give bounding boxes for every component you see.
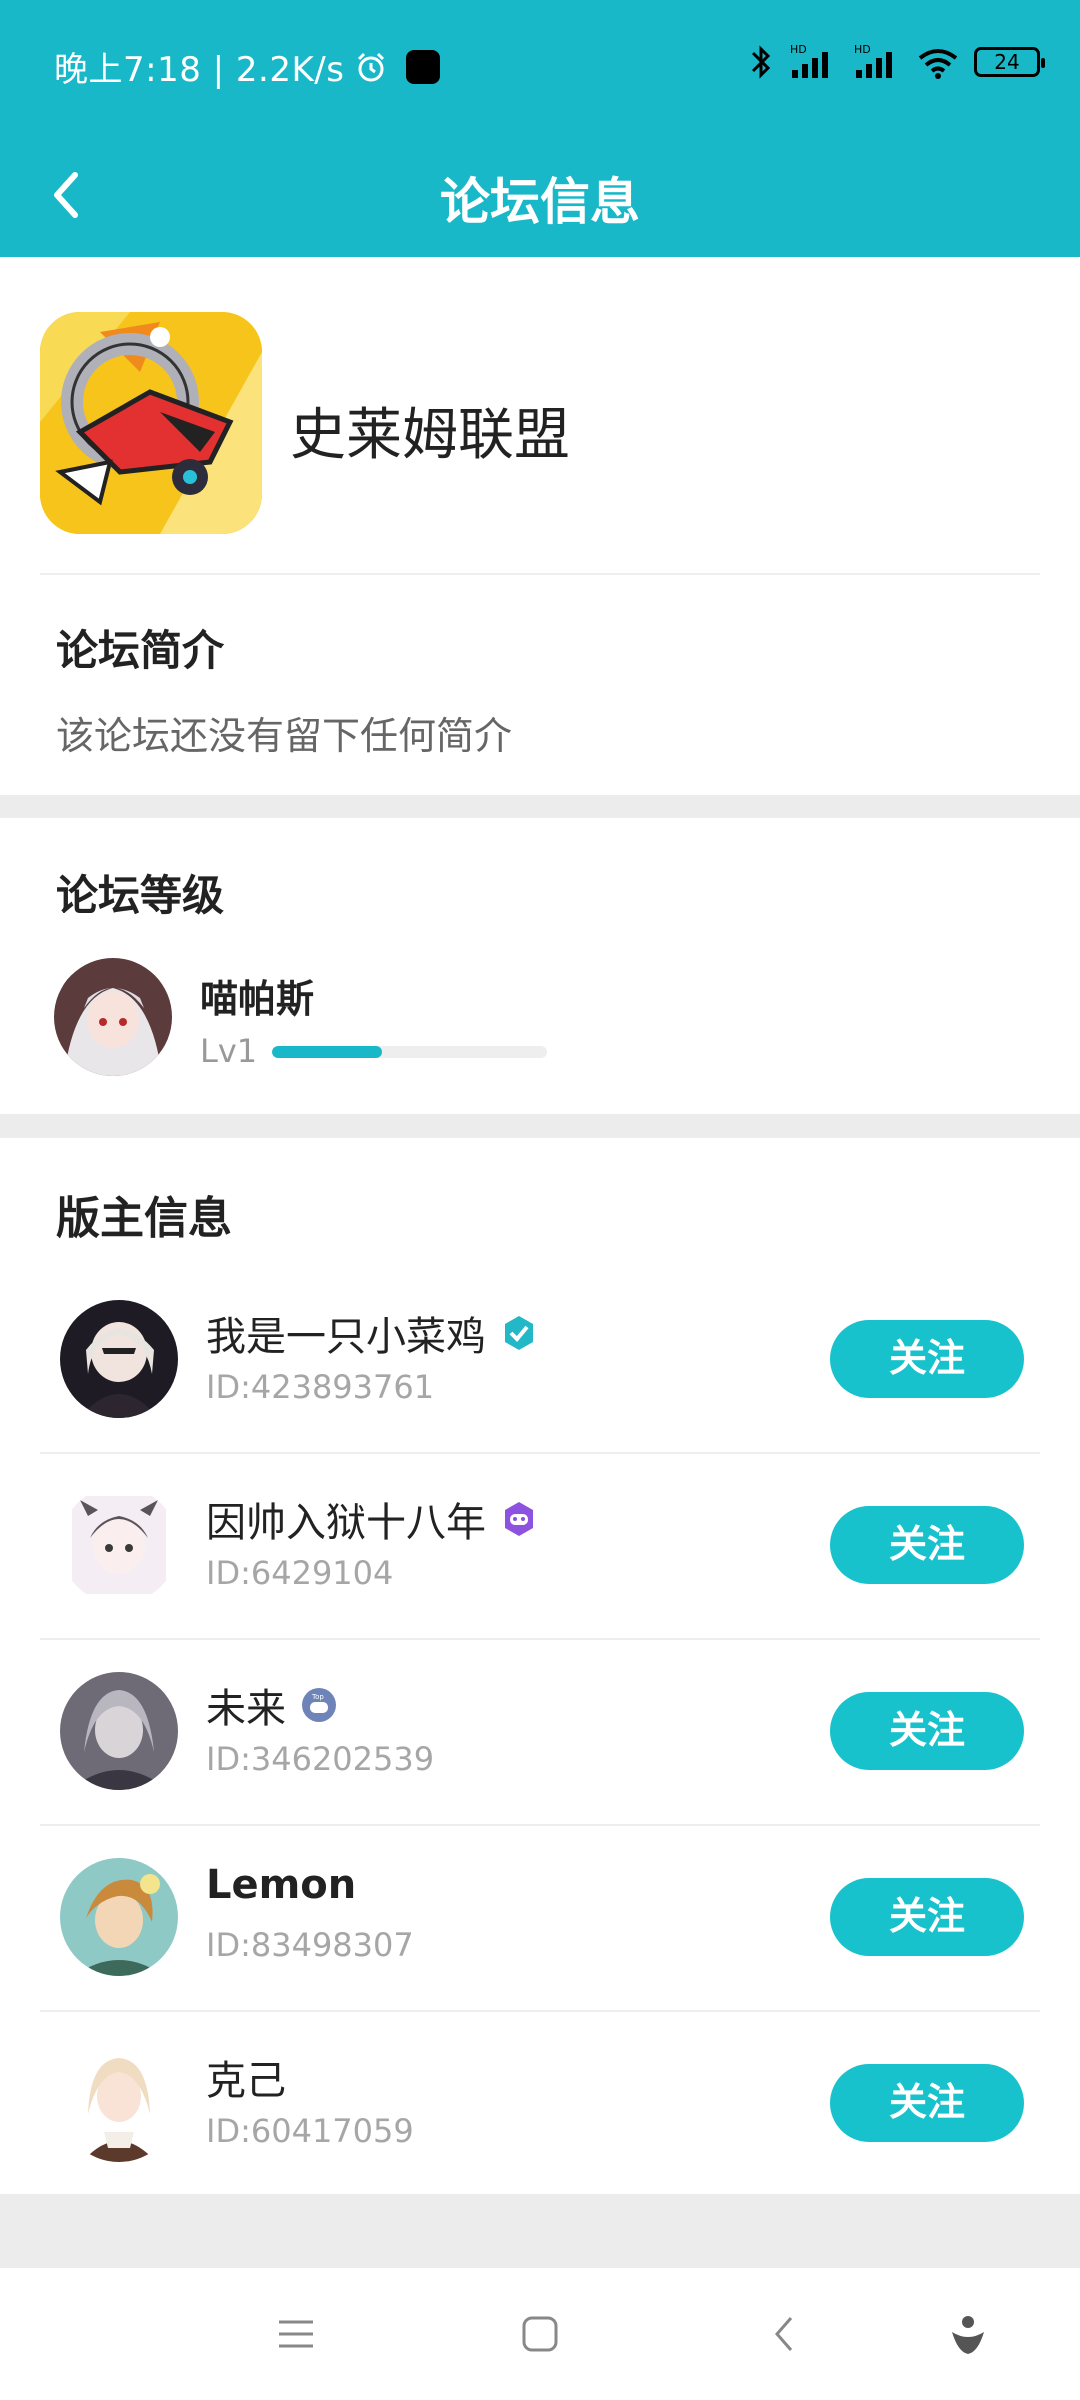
moderator-name: 我是一只小菜鸡: [206, 1304, 538, 1362]
home-square-icon: [522, 2316, 558, 2352]
moderator-avatar-image: [60, 1486, 178, 1604]
moderator-name: Lemon: [206, 1862, 356, 1908]
home-button[interactable]: [514, 2308, 566, 2360]
forum-level-section: 论坛等级 喵帕斯 Lv1: [0, 818, 1080, 1114]
top-gamepad-badge-icon: Top: [302, 1688, 336, 1722]
list-item[interactable]: 未来 Top ID:346202539 关注: [0, 1640, 1080, 1826]
list-item[interactable]: 我是一只小菜鸡 ID:423893761 关注: [0, 1268, 1080, 1454]
avatar[interactable]: [60, 1672, 178, 1790]
status-bar: 晚上7:18 | 2.2K/s HD HD 24: [0, 0, 1080, 132]
page-title: 论坛信息: [440, 173, 640, 231]
screen: 晚上7:18 | 2.2K/s HD HD 24 论坛信息 史莱姆联盟 论坛简介…: [0, 0, 1080, 2400]
follow-button[interactable]: 关注: [830, 1506, 1024, 1584]
moderator-avatar-image: [60, 1858, 178, 1976]
level-progress-fill: [272, 1046, 382, 1058]
battery-icon: 24: [974, 47, 1045, 77]
intro-heading: 论坛简介: [56, 626, 225, 675]
alarm-icon: [358, 52, 385, 81]
chevron-left-icon: [775, 2317, 793, 2351]
follow-button[interactable]: 关注: [830, 2064, 1024, 2142]
user-avatar-image: [54, 958, 172, 1076]
moderator-avatar-image: [60, 1300, 178, 1418]
forum-logo-image: [40, 312, 262, 534]
divider: [40, 573, 1040, 575]
forum-name: 史莱姆联盟: [290, 403, 570, 468]
signal-icon: HD: [790, 43, 828, 78]
level-heading: 论坛等级: [56, 871, 225, 920]
list-item[interactable]: 克己 ID:60417059 关注: [0, 2012, 1080, 2198]
forum-logo: [40, 312, 262, 534]
notification-icon: [406, 49, 441, 84]
moderators-heading: 版主信息: [56, 1193, 232, 1244]
assistant-icon: [952, 2316, 984, 2354]
moderator-avatar-image: [60, 1672, 178, 1790]
moderator-id: ID:423893761: [206, 1368, 435, 1406]
system-nav-bar: [0, 2268, 1080, 2400]
moderator-id: ID:60417059: [206, 2112, 414, 2150]
moderator-name: 因帅入狱十八年: [206, 1490, 538, 1548]
level-progress-bar: [272, 1046, 547, 1058]
assistant-button[interactable]: [942, 2308, 994, 2360]
svg-text:HD: HD: [790, 43, 807, 56]
verified-check-icon: [505, 1316, 533, 1350]
top-app-bar: 晚上7:18 | 2.2K/s HD HD 24 论坛信息: [0, 0, 1080, 257]
moderator-name-text: 我是一只小菜鸡: [206, 1314, 486, 1360]
battery-level: 24: [994, 50, 1020, 74]
moderator-name-text: 未来: [206, 1686, 286, 1732]
moderators-section: 版主信息 我是一只小菜鸡 ID:423893761 关注 因帅入狱十八年 ID:…: [0, 1138, 1080, 2194]
avatar[interactable]: [54, 958, 172, 1076]
list-item[interactable]: 因帅入狱十八年 ID:6429104 关注: [0, 1454, 1080, 1640]
status-right: HD HD 24: [748, 42, 1045, 82]
nav-bar: 论坛信息: [0, 132, 1080, 257]
intro-text: 该论坛还没有留下任何简介: [56, 714, 513, 758]
moderator-name-text: Lemon: [206, 1862, 357, 1908]
moderator-id: ID:83498307: [206, 1926, 414, 1964]
system-back-button[interactable]: [758, 2308, 810, 2360]
avatar[interactable]: [60, 1300, 178, 1418]
moderator-name: 未来 Top: [206, 1676, 338, 1734]
moderator-id: ID:346202539: [206, 1740, 435, 1778]
forum-info-section: 史莱姆联盟 论坛简介 该论坛还没有留下任何简介: [0, 257, 1080, 795]
follow-button[interactable]: 关注: [830, 1320, 1024, 1398]
avatar[interactable]: [60, 2044, 178, 2162]
level-label: Lv1: [200, 1032, 258, 1070]
moderator-avatar-image: [60, 2044, 178, 2162]
bluetooth-icon: [751, 45, 771, 79]
avatar[interactable]: [60, 1858, 178, 1976]
svg-text:Top: Top: [311, 1693, 324, 1701]
moderator-name-text: 因帅入狱十八年: [206, 1500, 486, 1546]
list-item[interactable]: Lemon ID:83498307 关注: [0, 1826, 1080, 2012]
signal-icon-2: HD: [854, 43, 892, 78]
gamepad-badge-icon: [505, 1502, 533, 1536]
moderator-name-text: 克己: [206, 2058, 286, 2104]
time-and-speed: 晚上7:18 | 2.2K/s: [54, 50, 345, 90]
avatar[interactable]: [60, 1486, 178, 1604]
menu-icon: [279, 2320, 313, 2348]
user-name: 喵帕斯: [200, 977, 315, 1021]
svg-text:HD: HD: [854, 43, 871, 56]
follow-button[interactable]: 关注: [830, 1692, 1024, 1770]
follow-button[interactable]: 关注: [830, 1878, 1024, 1956]
wifi-icon: [918, 49, 958, 79]
moderator-name: 克己: [206, 2048, 286, 2106]
status-left: 晚上7:18 | 2.2K/s: [54, 42, 441, 91]
menu-button[interactable]: [270, 2308, 322, 2360]
moderator-id: ID:6429104: [206, 1554, 394, 1592]
